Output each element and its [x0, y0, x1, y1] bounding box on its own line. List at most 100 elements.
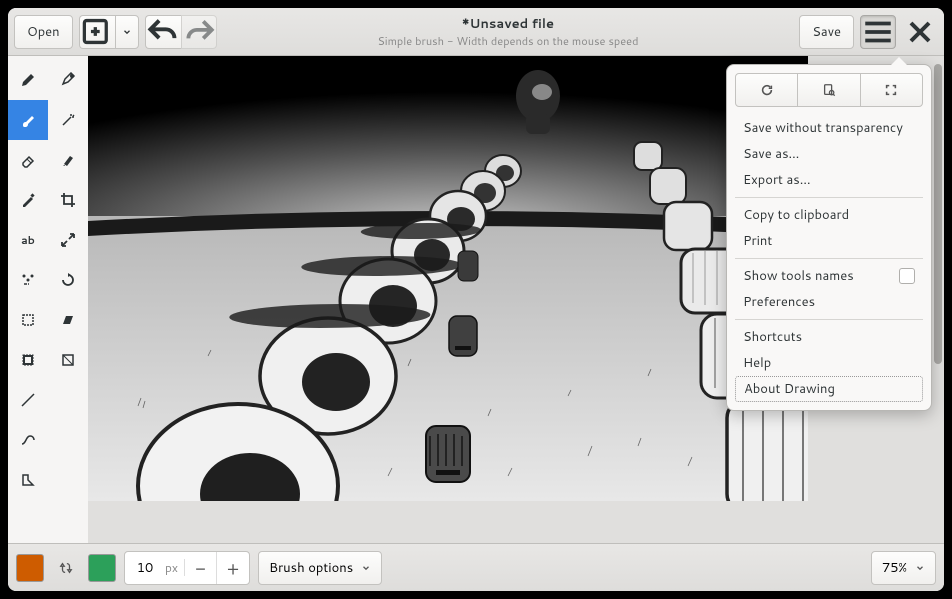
tool-crop[interactable] [48, 180, 88, 220]
menu-about[interactable]: About Drawing [735, 376, 923, 402]
tool-skew[interactable] [48, 300, 88, 340]
app-window: Open *Unsaved file Simple brush - Width … [8, 8, 944, 591]
rotate-icon [60, 272, 76, 288]
fullscreen-button[interactable] [860, 73, 923, 107]
size-decrease-button[interactable]: − [185, 552, 217, 584]
points-icon [20, 272, 36, 288]
new-group [79, 15, 139, 49]
tool-filter[interactable] [48, 340, 88, 380]
checkbox[interactable] [899, 268, 915, 284]
tool-shape[interactable] [8, 460, 48, 500]
vertical-scrollbar[interactable] [932, 64, 944, 434]
chevron-down-icon [122, 27, 132, 37]
tool-scale[interactable] [48, 220, 88, 260]
line-icon [20, 392, 36, 408]
window-subtitle: Simple brush - Width depends on the mous… [223, 33, 794, 49]
undo-icon [146, 14, 181, 49]
tool-line[interactable] [8, 380, 48, 420]
new-tab-button[interactable] [79, 15, 115, 49]
brush-icon [20, 112, 36, 128]
chevron-down-icon [361, 563, 371, 573]
marker-icon [20, 192, 36, 208]
size-unit: px [165, 559, 185, 576]
scale-icon [60, 232, 76, 248]
chevron-down-icon [915, 563, 925, 573]
highlight-icon [60, 152, 76, 168]
reload-button[interactable] [735, 73, 798, 107]
skew-icon [60, 312, 76, 328]
menu-show-tools-names[interactable]: Show tools names [735, 263, 923, 289]
tool-curve[interactable] [8, 420, 48, 460]
fullscreen-icon [884, 83, 898, 97]
menu-separator [735, 319, 923, 320]
menu-save-as[interactable]: Save as… [735, 141, 923, 167]
tool-empty-2 [48, 420, 88, 460]
menu-print[interactable]: Print [735, 228, 923, 254]
size-spinbox: px − + [124, 551, 250, 585]
text-icon: ab [21, 232, 35, 248]
menu-save-without-transparency[interactable]: Save without transparency [735, 115, 923, 141]
menu-shortcuts[interactable]: Shortcuts [735, 324, 923, 350]
window-title: *Unsaved file [223, 15, 794, 33]
size-increase-button[interactable]: + [217, 552, 249, 584]
size-input[interactable] [125, 559, 165, 577]
swap-icon [59, 561, 73, 575]
tool-points[interactable] [8, 260, 48, 300]
tool-marker[interactable] [8, 180, 48, 220]
redo-button[interactable] [181, 15, 217, 49]
hamburger-menu-button[interactable] [860, 15, 896, 49]
swap-colors-button[interactable] [52, 551, 80, 585]
tool-color-picker[interactable] [48, 60, 88, 100]
primary-color-swatch[interactable] [16, 554, 44, 582]
curve-icon [20, 432, 36, 448]
undo-redo-group [145, 15, 217, 49]
tool-pencil[interactable] [8, 60, 48, 100]
new-dropdown-button[interactable] [115, 15, 139, 49]
save-button[interactable]: Save [799, 15, 854, 49]
brush-options-label: Brush options [269, 559, 353, 577]
title-box: *Unsaved file Simple brush - Width depen… [223, 15, 794, 49]
close-icon [902, 14, 938, 50]
filter-icon [60, 352, 76, 368]
select-free-icon [20, 352, 36, 368]
eraser-icon [20, 152, 36, 168]
menu-separator [735, 197, 923, 198]
reload-icon [760, 83, 774, 97]
select-rect-icon [20, 312, 36, 328]
tool-select-rect[interactable] [8, 300, 48, 340]
undo-button[interactable] [145, 15, 181, 49]
primary-menu-popover: Save without transparency Save as… Expor… [726, 64, 932, 411]
secondary-color-swatch[interactable] [88, 554, 116, 582]
left-stones [138, 155, 521, 501]
tool-rotate[interactable] [48, 260, 88, 300]
bottombar: px − + Brush options 75% [8, 543, 944, 591]
close-window-button[interactable] [902, 15, 938, 49]
menu-copy-clipboard[interactable]: Copy to clipboard [735, 202, 923, 228]
tool-highlight[interactable] [48, 140, 88, 180]
menu-export-as[interactable]: Export as… [735, 167, 923, 193]
menu-separator [735, 258, 923, 259]
crop-icon [60, 192, 76, 208]
wand-icon [60, 112, 76, 128]
tool-magic[interactable] [48, 100, 88, 140]
headerbar: Open *Unsaved file Simple brush - Width … [8, 8, 944, 56]
pencil-icon [20, 72, 36, 88]
redo-icon [182, 15, 216, 49]
brush-options-combo[interactable]: Brush options [258, 551, 382, 585]
page-search-icon [822, 83, 836, 97]
zoom-combo[interactable]: 75% [871, 551, 936, 585]
scrollbar-thumb[interactable] [934, 64, 942, 364]
tool-eraser[interactable] [8, 140, 48, 180]
shape-icon [20, 472, 36, 488]
open-button[interactable]: Open [14, 15, 73, 49]
menu-help[interactable]: Help [735, 350, 923, 376]
menu-preferences[interactable]: Preferences [735, 289, 923, 315]
tool-brush[interactable] [8, 100, 48, 140]
hamburger-icon [861, 15, 895, 49]
properties-button[interactable] [798, 73, 859, 107]
popover-button-row [735, 73, 923, 107]
tool-text[interactable]: ab [8, 220, 48, 260]
zoom-label: 75% [882, 559, 907, 577]
tool-select-free[interactable] [8, 340, 48, 380]
tool-palette: ab [8, 56, 88, 543]
